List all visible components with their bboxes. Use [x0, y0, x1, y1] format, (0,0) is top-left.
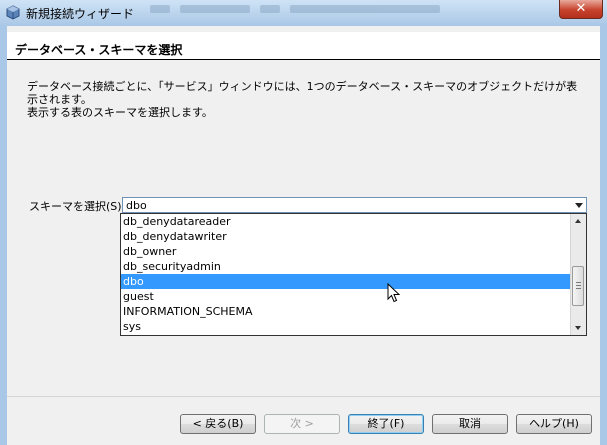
next-button[interactable]: 次 >: [264, 414, 340, 434]
chevron-down-icon[interactable]: [575, 203, 583, 208]
list-item-information-schema[interactable]: INFORMATION_SCHEMA: [121, 304, 570, 319]
back-button[interactable]: < 戻る(B): [180, 414, 256, 434]
list-item-dbo[interactable]: dbo: [121, 274, 570, 289]
schema-dropdown-list[interactable]: db_denydatareader db_denydatawriter db_o…: [120, 213, 587, 336]
window-title: 新規接続ウィザード: [26, 7, 135, 21]
close-icon: ✕: [575, 1, 587, 16]
schema-selected-value: dbo: [126, 199, 147, 212]
description-text: データベース接続ごとに、「サービス」ウィンドウには、1つのデータベース・スキーマ…: [27, 80, 587, 119]
list-item-db-denydatawriter[interactable]: db_denydatawriter: [121, 229, 570, 244]
list-item-db-securityadmin[interactable]: db_securityadmin: [121, 259, 570, 274]
scroll-down-arrow-icon[interactable]: [571, 320, 586, 335]
list-item-db-denydatareader[interactable]: db_denydatareader: [121, 214, 570, 229]
scroll-up-arrow-icon[interactable]: [571, 214, 586, 229]
schema-select-combobox[interactable]: dbo: [122, 197, 587, 213]
finish-button[interactable]: 終了(F): [348, 414, 424, 434]
dialog-client-area: データベース・スキーマを選択 データベース接続ごとに、「サービス」ウィンドウには…: [7, 26, 600, 445]
list-item-guest[interactable]: guest: [121, 289, 570, 304]
mouse-pointer-icon: [387, 283, 401, 303]
step-header: データベース・スキーマを選択: [7, 32, 600, 60]
cancel-button[interactable]: 取消: [432, 414, 508, 434]
list-item-sys[interactable]: sys: [121, 319, 570, 334]
footer-separator: [7, 396, 600, 397]
description-line-2: 表示する表のスキーマを選択します。: [27, 106, 213, 119]
netbeans-cube-icon: [6, 5, 20, 20]
title-bar[interactable]: 新規接続ウィザード ✕: [0, 0, 607, 26]
list-scrollbar[interactable]: [570, 214, 586, 335]
list-item-db-owner[interactable]: db_owner: [121, 244, 570, 259]
schema-select-label: スキーマを選択(S):: [29, 200, 126, 213]
close-button[interactable]: ✕: [559, 0, 603, 19]
description-line-1: データベース接続ごとに、「サービス」ウィンドウには、1つのデータベース・スキーマ…: [27, 80, 578, 106]
scroll-thumb[interactable]: [572, 266, 584, 306]
step-title: データベース・スキーマを選択: [15, 43, 183, 57]
background-taskbar-ghost: [150, 3, 480, 17]
help-button[interactable]: ヘルプ(H): [516, 414, 592, 434]
